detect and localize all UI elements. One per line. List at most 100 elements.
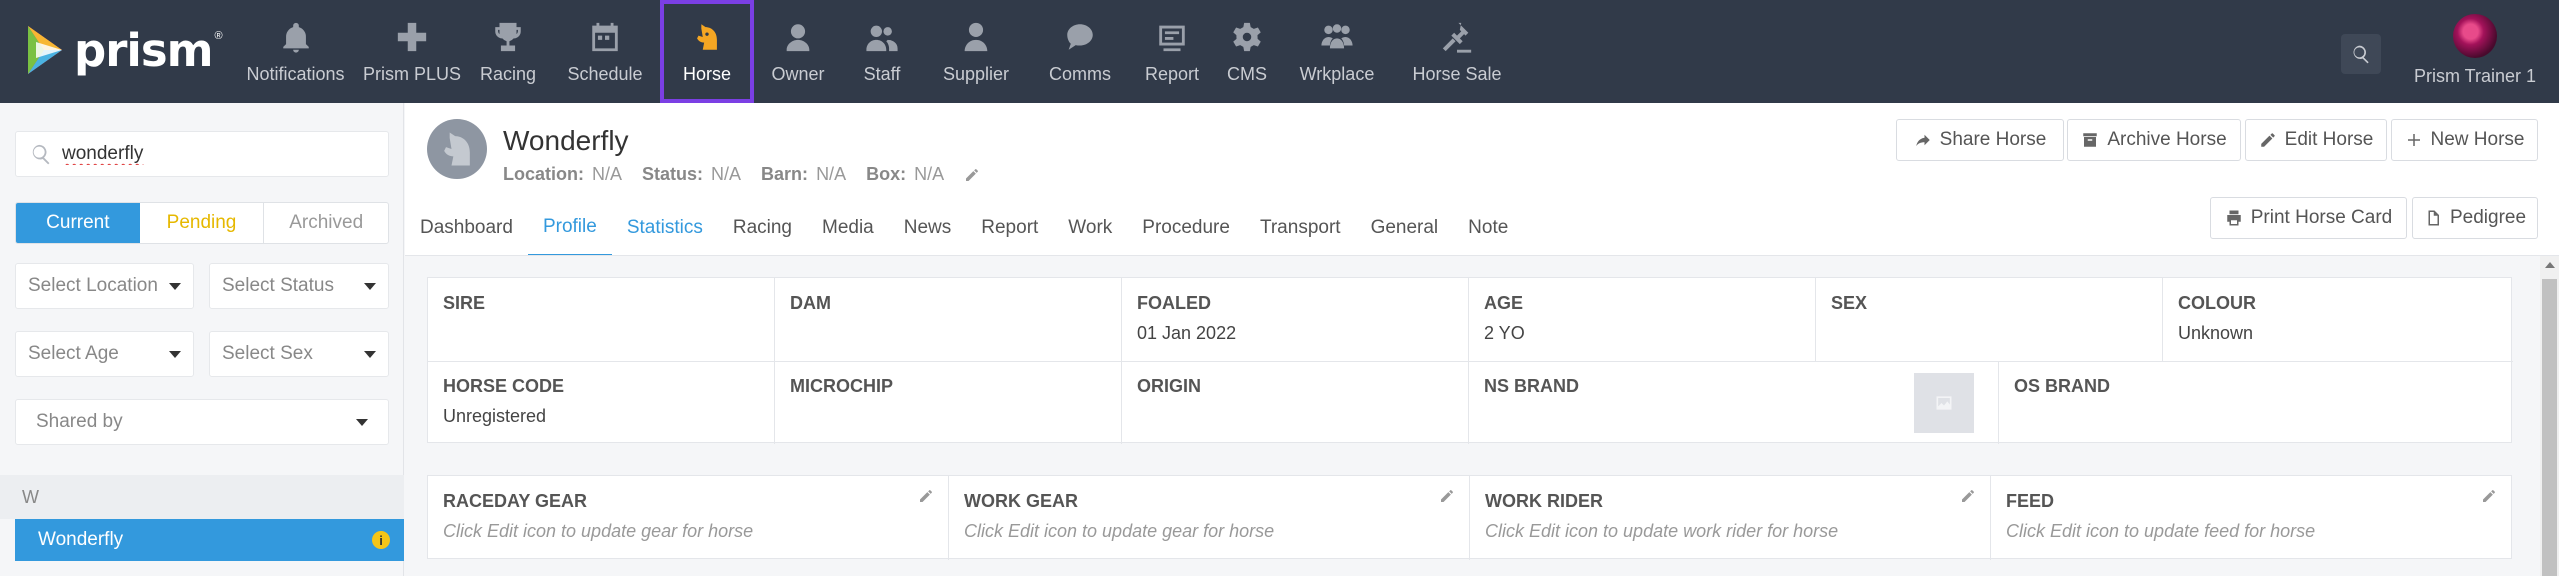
content-scrollbar[interactable] (2540, 256, 2559, 576)
cell-label: SIRE (443, 293, 486, 313)
tab-racing[interactable]: Racing (718, 200, 807, 256)
profile-cell-sex: SEX (1816, 278, 2163, 361)
nav-report[interactable]: Report (1130, 0, 1214, 103)
location-select[interactable]: Select Location (15, 263, 194, 309)
nav-wrkplace[interactable]: Wrkplace (1280, 0, 1394, 103)
profile-cell-sire: SIRE (428, 278, 775, 361)
profile-cell-microchip: MICROCHIP (775, 361, 1122, 444)
horse-list-sidebar: Current Pending Archived Select Location… (0, 103, 404, 576)
gear-label: WORK RIDER (1485, 491, 1603, 511)
nav-horse[interactable]: Horse (660, 0, 754, 103)
cell-label: ORIGIN (1137, 376, 1202, 396)
nav-owner[interactable]: Owner (754, 0, 842, 103)
tab-profile[interactable]: Profile (527, 200, 612, 256)
nav-label: Racing (479, 64, 537, 84)
chat-icon (1067, 24, 1093, 50)
prism-logo[interactable]: prism ® (22, 20, 223, 80)
sex-select[interactable]: Select Sex (209, 331, 389, 377)
shared-by-select[interactable]: Shared by (15, 399, 389, 445)
top-navigation: prism ® Notifications Prism PLUS Racing Sch… (0, 0, 2559, 103)
status-select[interactable]: Select Status (209, 263, 389, 309)
tab-procedure[interactable]: Procedure (1127, 200, 1245, 256)
caret-down-icon (364, 350, 376, 358)
tab-transport[interactable]: Transport (1245, 200, 1356, 256)
gear-cell-work-gear: WORK GEAR Click Edit icon to update gear… (949, 476, 1470, 560)
segment-current[interactable]: Current (16, 203, 140, 243)
pencil-icon[interactable] (918, 488, 934, 504)
nav-label: CMS (1227, 64, 1267, 84)
share-horse-button[interactable]: Share Horse (1896, 119, 2064, 161)
cell-label: HORSE CODE (443, 376, 565, 396)
nav-comms[interactable]: Comms (1030, 0, 1130, 103)
report-icon (1159, 25, 1185, 52)
pencil-icon[interactable] (1960, 488, 1976, 504)
horse-status-segment: Current Pending Archived (15, 202, 389, 244)
cell-value: 2 YO (1484, 323, 1525, 343)
nav-notifications[interactable]: Notifications (233, 0, 358, 103)
nav-label: Horse Sale (1412, 64, 1502, 84)
nav-search-button[interactable] (2341, 34, 2381, 74)
profile-cell-ns-brand: NS BRAND (1469, 361, 1999, 444)
profile-details-card: SIRE DAM FOALED 01 Jan 2022 AGE 2 YO SEX… (427, 277, 2513, 444)
nav-schedule[interactable]: Schedule (550, 0, 660, 103)
horse-head-icon (444, 132, 470, 166)
nav-horse-sale[interactable]: Horse Sale (1394, 0, 1520, 103)
archive-horse-button[interactable]: Archive Horse (2067, 119, 2241, 161)
pencil-icon (2260, 133, 2275, 147)
status-label: Status: (642, 164, 704, 184)
tab-note[interactable]: Note (1453, 200, 1523, 256)
caret-down-icon (364, 282, 376, 290)
horse-avatar[interactable] (427, 119, 487, 179)
pencil-icon[interactable] (964, 167, 980, 183)
ns-brand-image[interactable] (1914, 373, 1974, 433)
gear-label: RACEDAY GEAR (443, 491, 588, 511)
list-item-horse[interactable]: Wonderfly i (15, 519, 404, 561)
cell-label: AGE (1484, 293, 1524, 313)
nav-staff[interactable]: Staff (842, 0, 922, 103)
pencil-icon[interactable] (1439, 488, 1455, 504)
horse-tabs: Dashboard Profile Statistics Racing Medi… (405, 200, 1523, 256)
tab-media[interactable]: Media (807, 200, 889, 256)
profile-cell-dam: DAM (775, 278, 1122, 361)
trophy-icon (495, 22, 521, 52)
profile-content: SIRE DAM FOALED 01 Jan 2022 AGE 2 YO SEX… (405, 256, 2540, 576)
tab-news[interactable]: News (889, 200, 967, 256)
person-icon (786, 24, 810, 52)
tab-report[interactable]: Report (966, 200, 1053, 256)
horse-search-box (15, 131, 389, 177)
gear-cell-feed: FEED Click Edit icon to update feed for … (1991, 476, 2511, 560)
edit-horse-button[interactable]: Edit Horse (2245, 119, 2387, 161)
people-icon (866, 25, 898, 52)
gear-hint: Click Edit icon to update gear for horse (964, 521, 1275, 541)
nav-prism-plus[interactable]: Prism PLUS (358, 0, 466, 103)
shared-by-select-label: Shared by (36, 411, 123, 432)
nav-label: Report (1144, 64, 1200, 84)
plus-cross-icon (397, 22, 427, 52)
info-icon[interactable]: i (372, 531, 390, 549)
horse-search-input[interactable] (62, 143, 362, 165)
tab-dashboard[interactable]: Dashboard (405, 200, 528, 256)
tab-general[interactable]: General (1356, 200, 1454, 256)
new-horse-button[interactable]: New Horse (2391, 119, 2538, 161)
print-horse-card-button[interactable]: Print Horse Card (2210, 197, 2407, 239)
image-icon (1936, 396, 1952, 410)
gear-hint: Click Edit icon to update work rider for… (1485, 521, 1839, 541)
cell-label: NS BRAND (1484, 376, 1580, 396)
tab-work[interactable]: Work (1053, 200, 1127, 256)
user-menu[interactable]: Prism Trainer 1 (2405, 14, 2545, 94)
segment-pending[interactable]: Pending (140, 203, 265, 243)
pedigree-button[interactable]: Pedigree (2412, 197, 2538, 239)
nav-racing[interactable]: Racing (466, 0, 550, 103)
scrollbar-thumb[interactable] (2542, 279, 2557, 576)
segment-archived[interactable]: Archived (264, 203, 388, 243)
tab-statistics[interactable]: Statistics (611, 200, 718, 256)
nav-cms[interactable]: CMS (1214, 0, 1280, 103)
nav-supplier[interactable]: Supplier (922, 0, 1030, 103)
alphabet-group-header: W (0, 475, 404, 519)
age-select[interactable]: Select Age (15, 331, 194, 377)
gavel-icon (1442, 22, 1472, 53)
scroll-up-arrow-icon[interactable] (2545, 262, 2555, 268)
edit-horse-label: Edit Horse (2284, 129, 2374, 150)
pencil-icon[interactable] (2481, 488, 2497, 504)
gear-label: WORK GEAR (964, 491, 1078, 511)
